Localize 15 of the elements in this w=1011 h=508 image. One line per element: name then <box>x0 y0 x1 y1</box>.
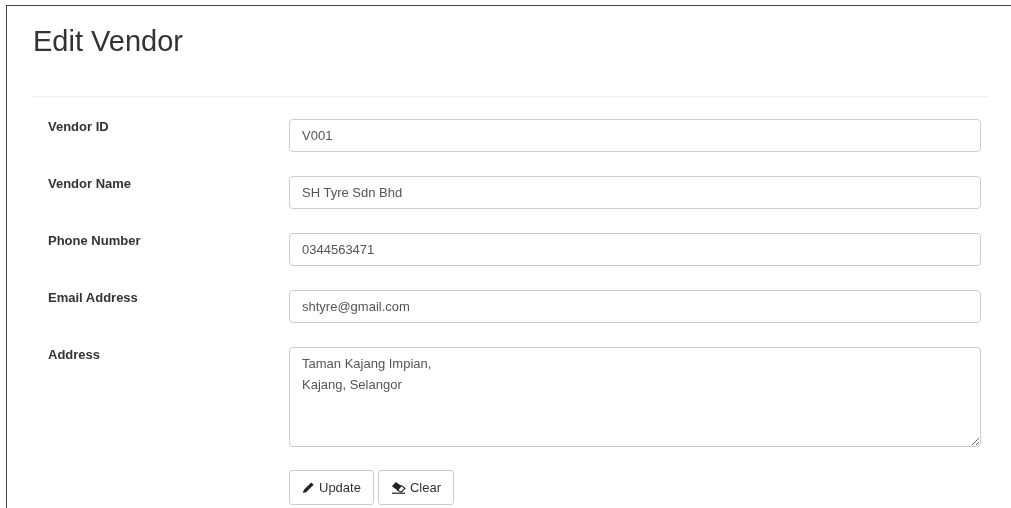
input-field[interactable]: 0344563471 <box>289 233 981 266</box>
input-field[interactable]: V001 <box>289 119 981 152</box>
field-label: Address <box>47 347 102 363</box>
pencil-icon <box>302 481 315 494</box>
button[interactable]: Clear <box>377 470 454 505</box>
button[interactable]: Update <box>289 470 374 505</box>
input-field[interactable]: SH Tyre Sdn Bhd <box>289 176 981 209</box>
field-label: Vendor ID <box>47 119 110 135</box>
address-field[interactable]: Taman Kajang Impian, Kajang, Selangor <box>289 347 981 447</box>
field-label: Phone Number <box>47 233 142 249</box>
page-title: Edit Vendor <box>32 24 184 59</box>
eraser-icon <box>390 481 406 494</box>
field-label: Vendor Name <box>47 176 133 192</box>
field-label: Email Address <box>47 290 139 306</box>
input-field[interactable]: shtyre@gmail.com <box>289 290 981 323</box>
